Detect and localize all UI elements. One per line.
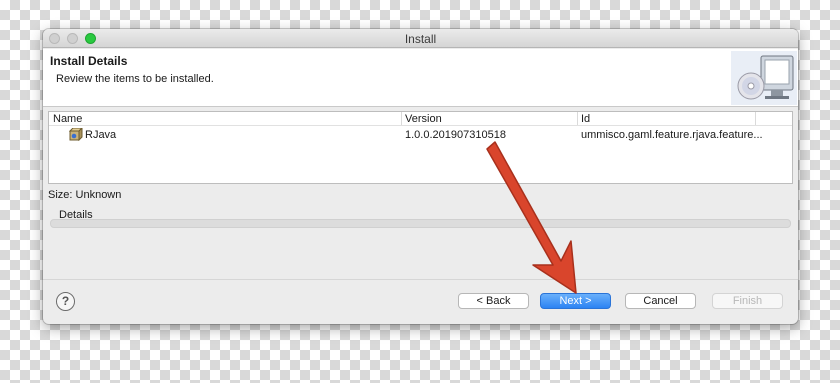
cancel-button[interactable]: Cancel: [625, 293, 696, 309]
table-row[interactable]: RJava 1.0.0.201907310518 ummisco.gaml.fe…: [49, 127, 792, 143]
back-button[interactable]: < Back: [458, 293, 529, 309]
row-id: ummisco.gaml.feature.rjava.feature...: [581, 129, 763, 141]
column-divider[interactable]: [577, 112, 578, 125]
install-cd-monitor-icon: [731, 51, 797, 105]
column-header-name[interactable]: Name: [53, 113, 82, 125]
finish-button[interactable]: Finish: [712, 293, 783, 309]
header-subtitle: Review the items to be installed.: [56, 73, 214, 85]
table-header: Name Version Id: [49, 112, 792, 126]
next-button[interactable]: Next >: [540, 293, 611, 309]
column-divider[interactable]: [401, 112, 402, 125]
install-items-table: Name Version Id RJava 1.0.0.201907310518…: [48, 111, 793, 184]
row-name: RJava: [85, 129, 117, 141]
help-button[interactable]: ?: [56, 292, 75, 311]
size-label: Size: Unknown: [48, 189, 122, 201]
window-title: Install: [404, 32, 437, 46]
column-header-id[interactable]: Id: [581, 113, 590, 125]
dialog-header: Install Details Review the items to be i…: [43, 49, 798, 107]
details-area[interactable]: [50, 219, 791, 228]
column-header-version[interactable]: Version: [405, 113, 442, 125]
feature-package-icon: [69, 128, 83, 141]
title-bar: Install: [43, 29, 798, 48]
install-dialog: Install Install Details Review the items…: [43, 29, 798, 324]
header-title: Install Details: [50, 54, 128, 68]
footer-divider: [43, 279, 798, 280]
row-version: 1.0.0.201907310518: [405, 129, 506, 141]
column-divider[interactable]: [755, 112, 756, 125]
